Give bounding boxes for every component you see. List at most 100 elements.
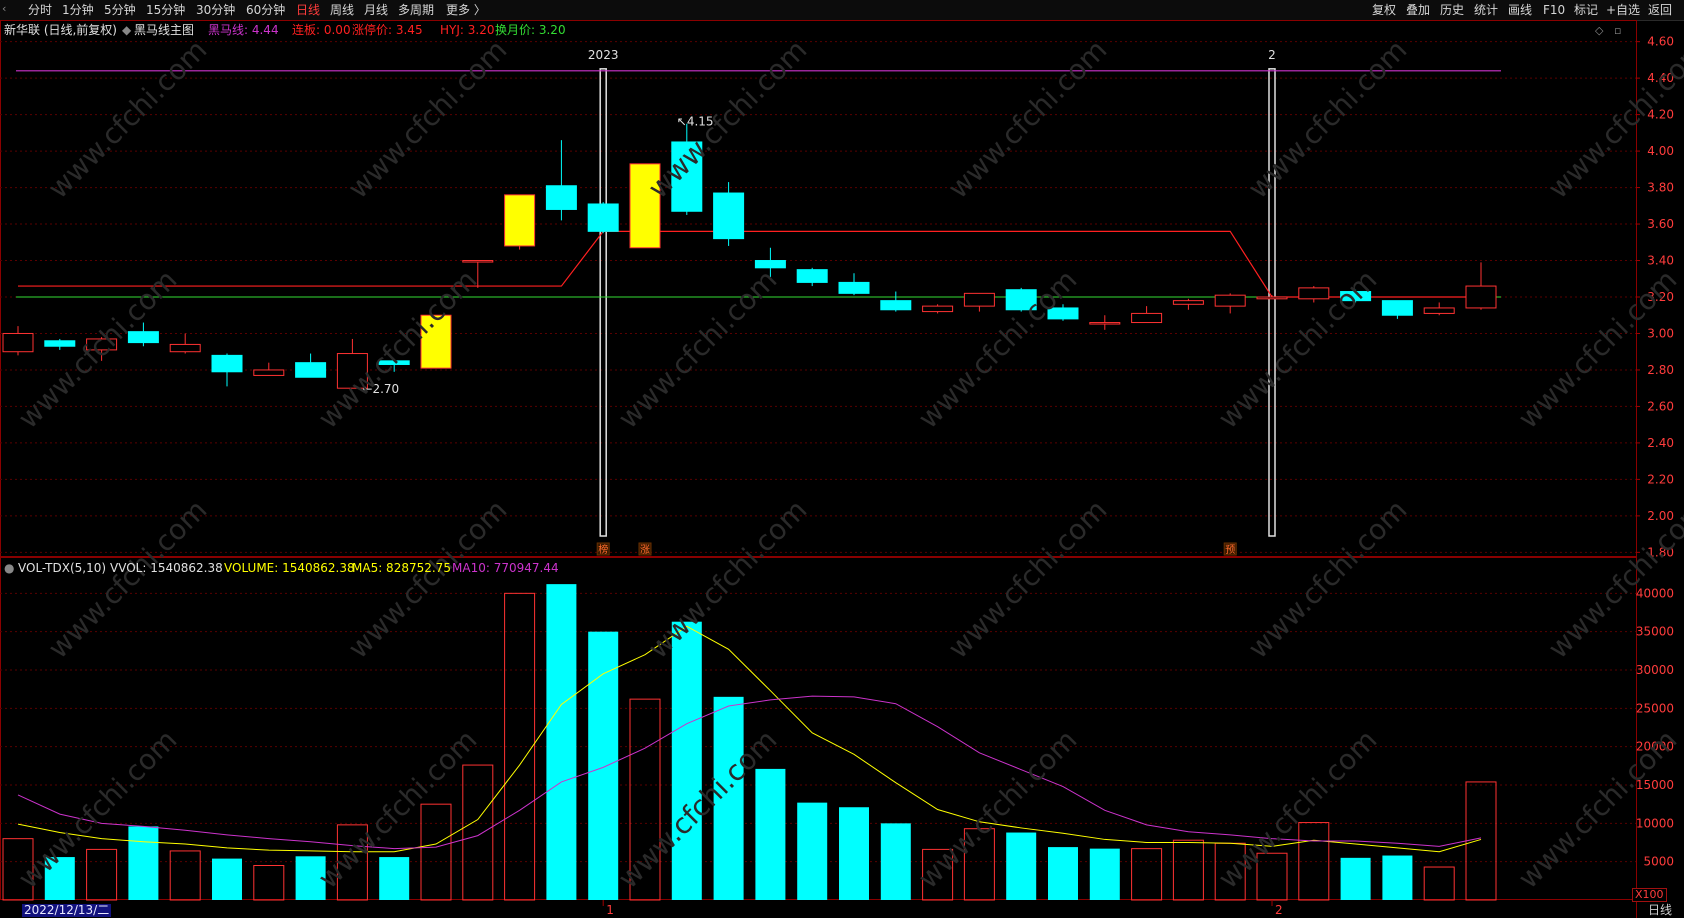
watermark: www.cfchi.com <box>942 493 1114 665</box>
volume-bar <box>1131 848 1163 901</box>
candle-body <box>1298 287 1330 300</box>
candle-body <box>1172 300 1204 305</box>
volume-bar <box>128 826 159 900</box>
candle-body <box>1423 307 1455 314</box>
volume-tick-label: 40000 <box>1636 586 1674 600</box>
indicator-toggle-icon[interactable]: ◆ <box>122 22 131 38</box>
watermark: www.cfchi.com <box>1212 263 1384 435</box>
candle-body <box>922 305 954 313</box>
volume-bar <box>379 857 410 900</box>
stock-title: 新华联 (日线,前复权) <box>4 23 117 37</box>
candle-body <box>880 300 912 311</box>
price-tick-label: 3.60 <box>1647 217 1674 231</box>
limitup-value: 涨停价: 3.45 <box>352 23 423 37</box>
volume-tick-label: 25000 <box>1636 701 1674 715</box>
lianban-value: 连板: 0.00 <box>292 23 351 37</box>
hyj-value: HYJ: 3.20 <box>440 23 495 37</box>
watermark: www.cfchi.com <box>312 263 484 435</box>
watermark: www.cfchi.com <box>1242 493 1414 665</box>
volume-bar <box>212 858 242 900</box>
candle-body <box>295 362 327 378</box>
volume-bar <box>1048 847 1078 900</box>
candle-body <box>253 369 285 376</box>
candle-body <box>1465 285 1497 309</box>
vol-toggle-icon[interactable]: ● <box>4 560 14 576</box>
period-marker-bar <box>599 68 607 537</box>
main-panel-frame <box>0 20 1637 557</box>
watermark: www.cfchi.com <box>42 493 214 665</box>
price-tick-label: 3.80 <box>1647 181 1674 195</box>
settings-diamond-icon[interactable]: ◇ <box>1595 24 1607 38</box>
volume-bar <box>462 764 494 901</box>
candle-body <box>1214 294 1246 307</box>
watermark: www.cfchi.com <box>612 263 784 435</box>
candle-body <box>1381 300 1413 316</box>
close-panel-icon[interactable]: ▫ <box>1614 24 1626 38</box>
candle-body <box>1089 322 1121 325</box>
price-tick-label: 2.60 <box>1647 399 1674 413</box>
period-marker-label: 2 <box>1268 48 1276 62</box>
candle-body <box>44 340 76 347</box>
hmx-value: 黑马线: 4.44 <box>208 23 279 37</box>
volume-value: VOLUME: 1540862.38 <box>224 561 355 575</box>
volume-bar <box>169 850 201 901</box>
event-tag-label: 榜 <box>598 543 608 556</box>
candle-body <box>1131 312 1163 324</box>
volume-bar <box>1340 857 1371 900</box>
vol-name[interactable]: VOL-TDX(5,10) <box>18 560 106 576</box>
event-tag-label: 预 <box>1225 544 1235 556</box>
period-marker-bar <box>1268 68 1276 537</box>
kline-chart[interactable]: 4.604.404.204.003.803.603.403.203.002.80… <box>0 0 1684 918</box>
candle-body <box>796 269 828 283</box>
watermark: www.cfchi.com <box>642 493 814 665</box>
candle-body <box>169 343 201 353</box>
watermark: www.cfchi.com <box>1512 723 1684 895</box>
candle-body <box>462 260 494 263</box>
watermark: www.cfchi.com <box>942 33 1114 205</box>
volume-unit-badge: X100 <box>1632 888 1667 902</box>
volume-tick-label: 30000 <box>1636 663 1674 677</box>
price-tick-label: 2.40 <box>1647 436 1674 450</box>
watermark: www.cfchi.com <box>42 33 214 205</box>
watermark: www.cfchi.com <box>342 493 514 665</box>
vvol-value: VVOL: 1540862.38 <box>110 561 223 575</box>
candle-body <box>211 354 243 373</box>
indicator-name[interactable]: 黑马线主图 <box>134 22 194 38</box>
date-axis: 2022/12/13/二 <box>0 903 1684 918</box>
volume-bar <box>86 848 118 901</box>
turnover-value: 换月价: 3.20 <box>495 23 566 37</box>
candle-body <box>963 292 995 307</box>
candle-body <box>2 332 34 353</box>
volume-bar <box>671 621 702 900</box>
ma10-value: MA10: 770947.44 <box>452 561 559 575</box>
event-tag-label: 涨 <box>640 544 650 556</box>
volume-tick-label: 10000 <box>1636 816 1674 830</box>
price-tick-label: 4.00 <box>1647 144 1674 158</box>
candle-body <box>545 185 577 210</box>
volume-bar <box>1172 839 1204 901</box>
timeframe-label[interactable]: 日线 <box>1648 901 1672 918</box>
price-tick-label: 4.60 <box>1647 35 1674 49</box>
price-tick-label: 2.20 <box>1647 472 1674 486</box>
price-tick-label: 3.00 <box>1647 326 1674 340</box>
volume-bar <box>1298 822 1330 901</box>
volume-bar <box>755 768 786 900</box>
watermark: www.cfchi.com <box>12 263 184 435</box>
ma5-value: MA5: 828752.75 <box>352 561 451 575</box>
volume-bar <box>797 802 828 900</box>
volume-bar <box>1423 866 1455 901</box>
candle-body <box>713 192 745 240</box>
candle-body <box>1256 296 1288 300</box>
volume-bar <box>880 823 911 900</box>
candle-body <box>838 281 870 294</box>
volume-bar <box>1465 781 1497 901</box>
volume-bar <box>839 807 869 900</box>
volume-bar <box>588 631 619 900</box>
candle-body <box>587 203 619 232</box>
volume-bar <box>1382 855 1413 900</box>
volume-bar <box>253 865 285 901</box>
volume-bar <box>1089 848 1120 900</box>
volume-tick-label: 35000 <box>1636 625 1674 639</box>
price-tick-label: 2.80 <box>1647 363 1674 377</box>
volume-bar <box>420 803 452 901</box>
